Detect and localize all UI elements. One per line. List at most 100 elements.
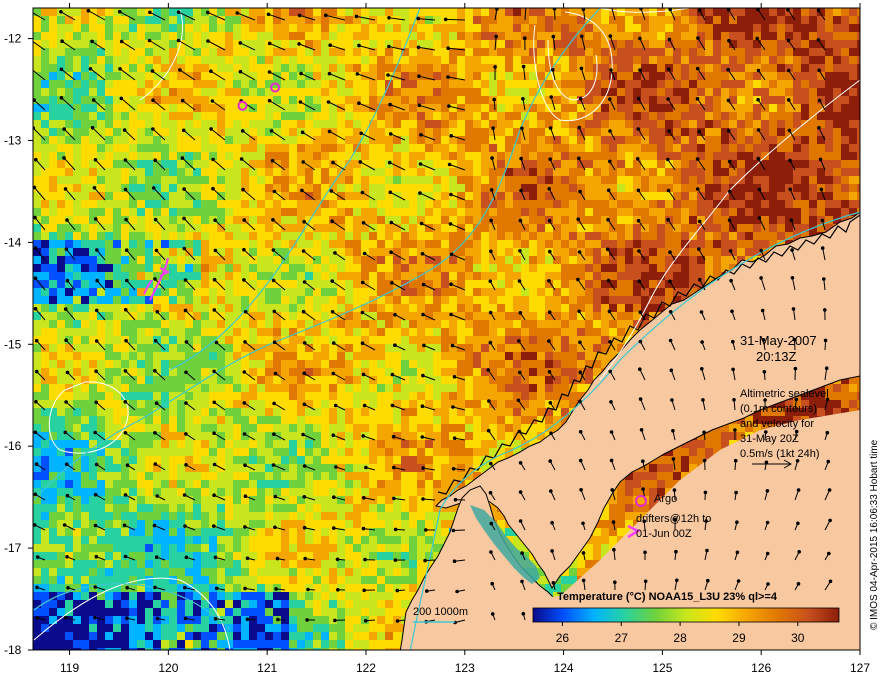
sst-pixel bbox=[521, 208, 529, 216]
sst-pixel bbox=[225, 24, 233, 32]
sst-pixel bbox=[137, 304, 145, 312]
sst-pixel bbox=[65, 256, 73, 264]
sst-pixel bbox=[617, 168, 625, 176]
sst-pixel bbox=[825, 64, 833, 72]
sst-pixel bbox=[761, 144, 769, 152]
sst-pixel bbox=[393, 8, 401, 16]
sst-pixel bbox=[377, 40, 385, 48]
sst-pixel bbox=[449, 56, 457, 64]
sst-pixel bbox=[569, 112, 577, 120]
sst-pixel bbox=[273, 200, 281, 208]
sst-pixel bbox=[561, 280, 569, 288]
sst-pixel bbox=[265, 152, 273, 160]
sst-pixel bbox=[705, 192, 713, 200]
sst-pixel bbox=[785, 200, 793, 208]
sst-pixel bbox=[257, 176, 265, 184]
sst-pixel bbox=[329, 192, 337, 200]
sst-pixel bbox=[385, 336, 393, 344]
sst-pixel bbox=[49, 296, 57, 304]
sst-pixel bbox=[169, 224, 177, 232]
sst-pixel bbox=[585, 160, 593, 168]
sst-pixel bbox=[521, 64, 529, 72]
sst-pixel bbox=[241, 256, 249, 264]
sst-pixel bbox=[417, 256, 425, 264]
sst-pixel bbox=[81, 160, 89, 168]
sst-pixel bbox=[49, 272, 57, 280]
sst-pixel bbox=[345, 104, 353, 112]
sst-pixel bbox=[337, 184, 345, 192]
sst-pixel bbox=[689, 48, 697, 56]
sst-pixel bbox=[849, 24, 857, 32]
sst-pixel bbox=[209, 240, 217, 248]
sst-pixel bbox=[601, 56, 609, 64]
sst-pixel bbox=[657, 176, 665, 184]
sst-pixel bbox=[513, 288, 521, 296]
sst-pixel bbox=[49, 184, 57, 192]
sst-pixel bbox=[249, 176, 257, 184]
sst-pixel bbox=[65, 344, 73, 352]
sst-pixel bbox=[473, 304, 481, 312]
sst-pixel bbox=[665, 200, 673, 208]
sst-pixel bbox=[281, 184, 289, 192]
sst-pixel bbox=[825, 48, 833, 56]
sst-pixel bbox=[721, 216, 729, 224]
sst-pixel bbox=[233, 296, 241, 304]
sst-pixel bbox=[345, 288, 353, 296]
sst-pixel bbox=[577, 232, 585, 240]
sst-pixel bbox=[625, 80, 633, 88]
sst-pixel bbox=[41, 224, 49, 232]
sst-pixel bbox=[425, 128, 433, 136]
sst-pixel bbox=[201, 144, 209, 152]
sst-pixel bbox=[713, 64, 721, 72]
sst-pixel bbox=[601, 272, 609, 280]
sst-pixel bbox=[625, 176, 633, 184]
sst-pixel bbox=[161, 144, 169, 152]
sst-pixel bbox=[649, 32, 657, 40]
sst-pixel bbox=[569, 72, 577, 80]
sst-pixel bbox=[457, 304, 465, 312]
sst-pixel bbox=[57, 104, 65, 112]
sst-pixel bbox=[81, 40, 89, 48]
sst-pixel bbox=[273, 240, 281, 248]
sst-pixel bbox=[289, 384, 297, 392]
sst-pixel bbox=[401, 320, 409, 328]
sst-pixel bbox=[521, 360, 529, 368]
sst-pixel bbox=[369, 328, 377, 336]
sst-pixel bbox=[537, 336, 545, 344]
sst-pixel bbox=[49, 168, 57, 176]
sst-pixel bbox=[193, 296, 201, 304]
sst-pixel bbox=[353, 376, 361, 384]
sst-pixel bbox=[673, 88, 681, 96]
sst-pixel bbox=[353, 312, 361, 320]
sst-pixel bbox=[505, 368, 513, 376]
sst-pixel bbox=[177, 160, 185, 168]
sst-pixel bbox=[105, 152, 113, 160]
sst-pixel bbox=[713, 40, 721, 48]
sst-pixel bbox=[449, 8, 457, 16]
sst-pixel bbox=[73, 272, 81, 280]
sst-pixel bbox=[113, 336, 121, 344]
sst-pixel bbox=[257, 280, 265, 288]
sst-pixel bbox=[809, 80, 817, 88]
sst-pixel bbox=[89, 32, 97, 40]
sst-pixel bbox=[713, 192, 721, 200]
sst-pixel bbox=[713, 248, 721, 256]
sst-pixel bbox=[705, 32, 713, 40]
sst-pixel bbox=[209, 352, 217, 360]
sst-pixel bbox=[49, 16, 57, 24]
sst-pixel bbox=[265, 56, 273, 64]
sst-pixel bbox=[801, 56, 809, 64]
sst-pixel bbox=[201, 216, 209, 224]
sst-pixel bbox=[521, 336, 529, 344]
sst-pixel bbox=[449, 80, 457, 88]
sst-pixel bbox=[297, 104, 305, 112]
sst-pixel bbox=[441, 344, 449, 352]
sst-pixel bbox=[473, 152, 481, 160]
sst-pixel bbox=[113, 24, 121, 32]
sst-pixel bbox=[657, 200, 665, 208]
sst-pixel bbox=[161, 32, 169, 40]
sst-pixel bbox=[737, 32, 745, 40]
sst-pixel bbox=[153, 376, 161, 384]
sst-pixel bbox=[321, 176, 329, 184]
sst-pixel bbox=[441, 184, 449, 192]
